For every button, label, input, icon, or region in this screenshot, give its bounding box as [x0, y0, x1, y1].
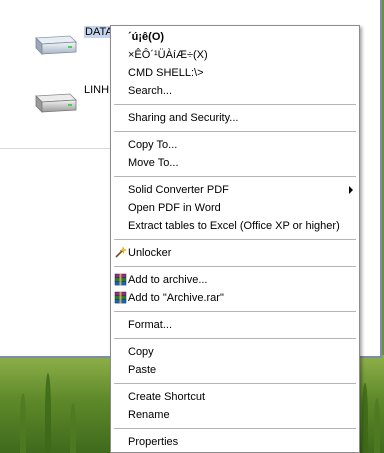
menu-item-open[interactable]: ´ú¡ê(O): [111, 28, 359, 46]
menu-item-label: Create Shortcut: [128, 391, 206, 403]
hard-drive-icon: [30, 86, 78, 116]
menu-item-solid-converter-pdf[interactable]: Solid Converter PDF: [111, 181, 359, 199]
menu-separator: [114, 266, 356, 267]
menu-item-label: Add to "Archive.rar": [128, 292, 224, 304]
menu-item-create-shortcut[interactable]: Create Shortcut: [111, 388, 359, 406]
menu-item-label: Copy: [128, 346, 154, 358]
divider: [0, 148, 118, 149]
menu-separator: [114, 176, 356, 177]
menu-item-paste[interactable]: Paste: [111, 361, 359, 379]
menu-item-label: Move To...: [128, 157, 179, 169]
menu-separator: [114, 428, 356, 429]
menu-item-label: Open PDF in Word: [128, 202, 221, 214]
menu-item-cmd-shell[interactable]: CMD SHELL:\>: [111, 64, 359, 82]
menu-item-explore[interactable]: ×ÊÔ´¹ÜÀíÆ÷(X): [111, 46, 359, 64]
menu-item-search[interactable]: Search...: [111, 82, 359, 100]
menu-separator: [114, 104, 356, 105]
menu-item-unlocker[interactable]: Unlocker: [111, 244, 359, 262]
menu-separator: [114, 383, 356, 384]
menu-item-add-to-archive[interactable]: Add to archive...: [111, 271, 359, 289]
menu-item-move-to[interactable]: Move To...: [111, 154, 359, 172]
drive-item-linh[interactable]: LINH: [30, 84, 110, 116]
menu-separator: [114, 338, 356, 339]
menu-item-sharing-security[interactable]: Sharing and Security...: [111, 109, 359, 127]
menu-item-label: Extract tables to Excel (Office XP or hi…: [128, 220, 340, 232]
menu-item-label: Search...: [128, 85, 173, 97]
menu-item-label: Copy To...: [128, 139, 178, 151]
menu-separator: [114, 239, 356, 240]
menu-separator: [114, 131, 356, 132]
menu-item-properties[interactable]: Properties: [111, 433, 359, 451]
menu-item-label: CMD SHELL:\>: [128, 67, 204, 79]
menu-item-copy[interactable]: Copy: [111, 343, 359, 361]
drive-item-data[interactable]: DATA: [30, 26, 114, 58]
menu-item-copy-to[interactable]: Copy To...: [111, 136, 359, 154]
menu-item-add-to-archive-rar[interactable]: Add to "Archive.rar": [111, 289, 359, 307]
unlocker-wand-icon: [114, 246, 128, 259]
winrar-books-icon: [114, 273, 127, 286]
context-menu: ´ú¡ê(O) ×ÊÔ´¹ÜÀíÆ÷(X) CMD SHELL:\> Searc…: [110, 25, 360, 453]
menu-item-label: Solid Converter PDF: [128, 184, 229, 196]
menu-item-rename[interactable]: Rename: [111, 406, 359, 424]
menu-item-label: ´ú¡ê(O): [128, 31, 165, 43]
menu-item-format[interactable]: Format...: [111, 316, 359, 334]
menu-item-label: ×ÊÔ´¹ÜÀíÆ÷(X): [128, 49, 208, 61]
winrar-books-icon: [114, 291, 127, 304]
menu-item-label: Paste: [128, 364, 157, 376]
drive-label: LINH: [84, 84, 110, 96]
menu-item-label: Format...: [128, 319, 173, 331]
submenu-arrow-icon: [349, 186, 353, 194]
hard-drive-icon: [30, 28, 78, 58]
menu-item-label: Add to archive...: [128, 274, 208, 286]
menu-separator: [114, 311, 356, 312]
menu-item-extract-tables-excel[interactable]: Extract tables to Excel (Office XP or hi…: [111, 217, 359, 235]
menu-item-label: Rename: [128, 409, 170, 421]
menu-item-label: Unlocker: [128, 247, 172, 259]
menu-item-label: Sharing and Security...: [128, 112, 239, 124]
menu-item-open-pdf-in-word[interactable]: Open PDF in Word: [111, 199, 359, 217]
menu-item-label: Properties: [128, 436, 179, 448]
